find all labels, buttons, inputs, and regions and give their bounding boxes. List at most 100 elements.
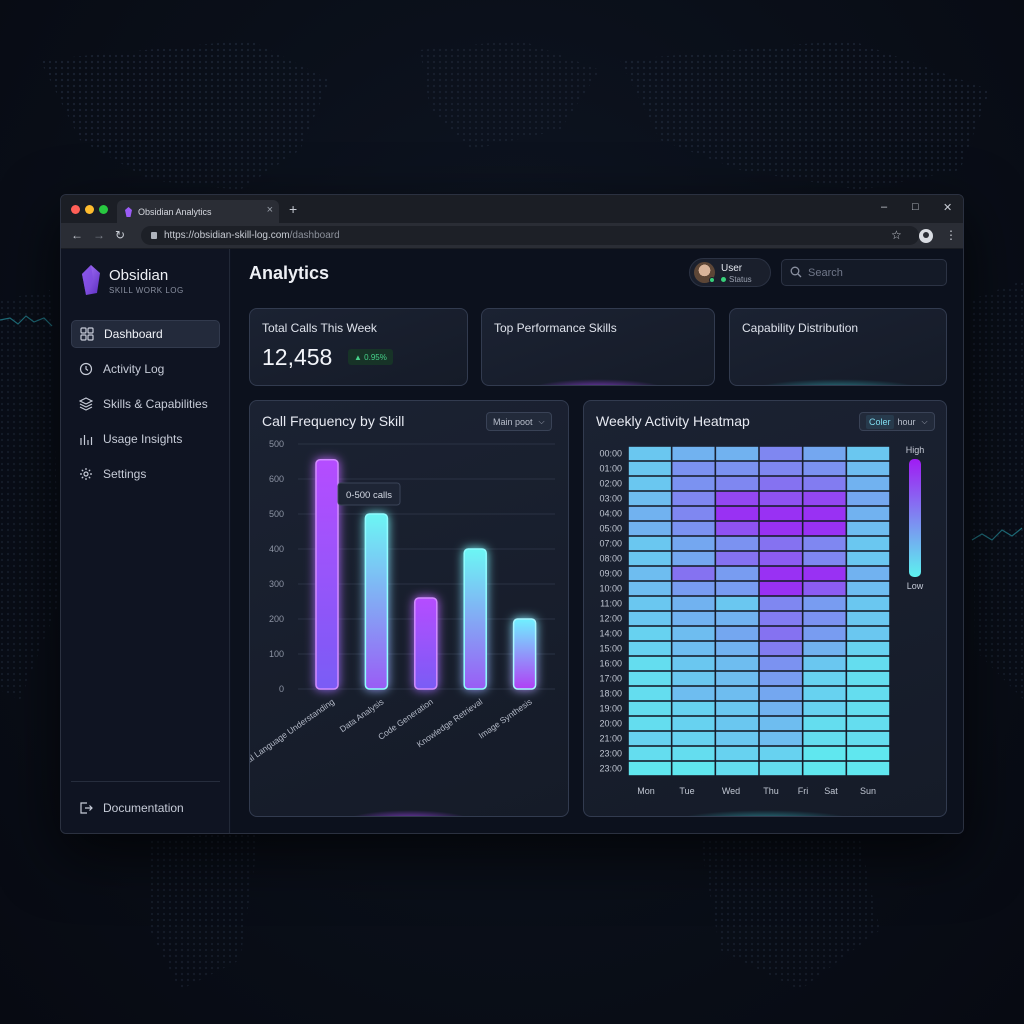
heatmap-cell[interactable] <box>716 641 759 656</box>
heatmap-cell[interactable] <box>803 716 846 731</box>
heatmap-cell[interactable] <box>672 671 715 686</box>
heatmap-cell[interactable] <box>759 686 802 701</box>
heatmap-cell[interactable] <box>716 551 759 566</box>
heatmap-cell[interactable] <box>672 641 715 656</box>
heatmap-cell[interactable] <box>803 626 846 641</box>
heatmap-cell[interactable] <box>759 611 802 626</box>
heatmap-cell[interactable] <box>628 506 671 521</box>
heatmap-cell[interactable] <box>716 701 759 716</box>
heatmap-cell[interactable] <box>628 491 671 506</box>
heatmap-cell[interactable] <box>716 461 759 476</box>
heatmap-cell[interactable] <box>716 581 759 596</box>
heatmap-cell[interactable] <box>628 746 671 761</box>
heatmap-cell[interactable] <box>847 731 890 746</box>
url-field[interactable]: https://obsidian-skill-log.com/dashboard <box>141 226 919 245</box>
heatmap-cell[interactable] <box>803 686 846 701</box>
heatmap-cell[interactable] <box>847 656 890 671</box>
bar[interactable] <box>414 597 438 690</box>
minimize-icon[interactable]: – <box>881 201 887 213</box>
heatmap-cell[interactable] <box>628 566 671 581</box>
heatmap-cell[interactable] <box>716 491 759 506</box>
heatmap-cell[interactable] <box>803 461 846 476</box>
heatmap-cell[interactable] <box>803 521 846 536</box>
heatmap-cell[interactable] <box>628 716 671 731</box>
back-arrow-icon[interactable]: ← <box>71 228 83 242</box>
heatmap-cell[interactable] <box>803 701 846 716</box>
heatmap-cell[interactable] <box>803 611 846 626</box>
heatmap-cell[interactable] <box>716 611 759 626</box>
heatmap-cell[interactable] <box>628 536 671 551</box>
heatmap-cell[interactable] <box>847 626 890 641</box>
heatmap-cell[interactable] <box>847 686 890 701</box>
reload-icon[interactable]: ↻ <box>115 228 125 242</box>
heatmap-cell[interactable] <box>672 551 715 566</box>
heatmap-cell[interactable] <box>847 716 890 731</box>
heatmap-cell[interactable] <box>628 626 671 641</box>
bookmark-star-icon[interactable]: ☆ <box>891 228 902 242</box>
heatmap-cell[interactable] <box>759 641 802 656</box>
heatmap-cell[interactable] <box>672 476 715 491</box>
heatmap-cell[interactable] <box>672 506 715 521</box>
heatmap-cell[interactable] <box>628 611 671 626</box>
heatmap-cell[interactable] <box>847 536 890 551</box>
heatmap-cell[interactable] <box>847 521 890 536</box>
heatmap-cell[interactable] <box>628 656 671 671</box>
heatmap-cell[interactable] <box>847 461 890 476</box>
heatmap-cell[interactable] <box>759 701 802 716</box>
heatmap-cell[interactable] <box>672 596 715 611</box>
heatmap-cell[interactable] <box>716 596 759 611</box>
heatmap-cell[interactable] <box>716 521 759 536</box>
close-tab-icon[interactable]: × <box>267 204 273 216</box>
browser-tab[interactable]: Obsidian Analytics × <box>117 200 279 223</box>
heatmap-cell[interactable] <box>759 581 802 596</box>
sidebar-item-activity-log[interactable]: Activity Log <box>71 355 220 383</box>
bar[interactable] <box>463 548 487 690</box>
heatmap-cell[interactable] <box>716 761 759 776</box>
heatmap-cell[interactable] <box>803 581 846 596</box>
heatmap-cell[interactable] <box>759 746 802 761</box>
heatmap-cell[interactable] <box>628 671 671 686</box>
heatmap-cell[interactable] <box>672 716 715 731</box>
heatmap-cell[interactable] <box>628 476 671 491</box>
heatmap-cell[interactable] <box>716 671 759 686</box>
heatmap-cell[interactable] <box>628 731 671 746</box>
heatmap-cell[interactable] <box>847 746 890 761</box>
heatmap-cell[interactable] <box>672 491 715 506</box>
heatmap-cell[interactable] <box>803 446 846 461</box>
heatmap-cell[interactable] <box>759 551 802 566</box>
bar[interactable] <box>364 513 389 690</box>
heatmap-cell[interactable] <box>672 446 715 461</box>
heatmap-cell[interactable] <box>716 716 759 731</box>
heatmap-cell[interactable] <box>803 746 846 761</box>
bar[interactable] <box>315 459 339 690</box>
heatmap-cell[interactable] <box>803 506 846 521</box>
heatmap-cell[interactable] <box>628 521 671 536</box>
heatmap-cell[interactable] <box>759 536 802 551</box>
heatmap-cell[interactable] <box>847 641 890 656</box>
heatmap-dropdown[interactable]: Coler hour ⌵ <box>859 412 935 431</box>
heatmap-cell[interactable] <box>716 476 759 491</box>
heatmap-cell[interactable] <box>759 446 802 461</box>
heatmap-cell[interactable] <box>847 476 890 491</box>
new-tab-button[interactable]: + <box>289 201 297 217</box>
heatmap-cell[interactable] <box>847 551 890 566</box>
heatmap-cell[interactable] <box>672 701 715 716</box>
heatmap-cell[interactable] <box>716 656 759 671</box>
heatmap-cell[interactable] <box>803 671 846 686</box>
profile-icon[interactable] <box>919 229 933 243</box>
heatmap-cell[interactable] <box>716 686 759 701</box>
heatmap-cell[interactable] <box>628 701 671 716</box>
heatmap-cell[interactable] <box>628 641 671 656</box>
close-icon[interactable]: ✕ <box>943 201 952 214</box>
close-window-button[interactable] <box>71 205 80 214</box>
heatmap-cell[interactable] <box>803 596 846 611</box>
heatmap-cell[interactable] <box>628 761 671 776</box>
sidebar-item-skills[interactable]: Skills & Capabilities <box>71 390 220 418</box>
heatmap-cell[interactable] <box>672 536 715 551</box>
heatmap-cell[interactable] <box>803 536 846 551</box>
bar[interactable] <box>512 618 537 690</box>
heatmap-cell[interactable] <box>672 761 715 776</box>
heatmap-cell[interactable] <box>759 491 802 506</box>
heatmap-cell[interactable] <box>847 581 890 596</box>
heatmap-cell[interactable] <box>759 596 802 611</box>
